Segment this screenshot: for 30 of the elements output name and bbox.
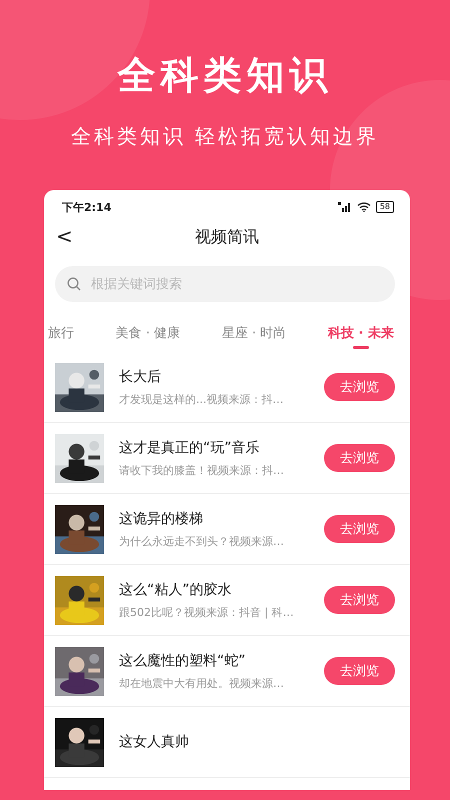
video-title: 这么魔性的塑料“蛇” — [119, 652, 247, 670]
category-tab[interactable]: 美食 · 健康 — [116, 318, 180, 352]
signal-icon — [338, 202, 352, 212]
browse-button[interactable]: 去浏览 — [324, 373, 395, 401]
search-icon — [67, 277, 81, 291]
tagline: 全科类知识 轻松拓宽认知边界 — [70, 123, 380, 150]
browse-button[interactable]: 去浏览 — [324, 444, 395, 472]
wifi-icon — [356, 202, 371, 212]
back-button[interactable]: < — [52, 224, 77, 248]
status-time: 下午2:14 — [62, 200, 112, 214]
video-title: 长大后 — [119, 368, 162, 386]
category-tab[interactable]: 旅行 — [48, 318, 74, 352]
video-description: 跟502比呢？视频来源：抖音 | 科… — [119, 604, 295, 620]
video-description: 才发现是这样的...视频来源：抖… — [119, 392, 284, 406]
browse-button[interactable]: 去浏览 — [324, 515, 395, 543]
video-title: 这才是真正的“玩”音乐 — [119, 438, 261, 456]
browse-button[interactable]: 去浏览 — [324, 657, 395, 685]
video-title: 这诡异的楼梯 — [119, 510, 204, 528]
search-field[interactable]: 根据关键词搜索 — [55, 266, 395, 302]
video-description: 却在地震中大有用处。视频来源… — [119, 676, 285, 690]
video-description: 请收下我的膝盖！视频来源：抖… — [119, 462, 285, 478]
headline: 全科类知识 — [118, 52, 332, 99]
video-title: 这么“粘人”的胶水 — [119, 580, 233, 598]
category-tab[interactable]: 星座 · 时尚 — [222, 318, 286, 352]
browse-button[interactable]: 去浏览 — [324, 586, 395, 614]
video-title: 这女人真帅 — [119, 733, 190, 751]
video-description: 为什么永远走不到头？视频来源… — [119, 534, 285, 548]
battery-level: 58 — [376, 201, 394, 213]
category-tab[interactable]: 科技 · 未来 — [328, 318, 394, 352]
page-title: 视频简讯 — [195, 226, 259, 248]
